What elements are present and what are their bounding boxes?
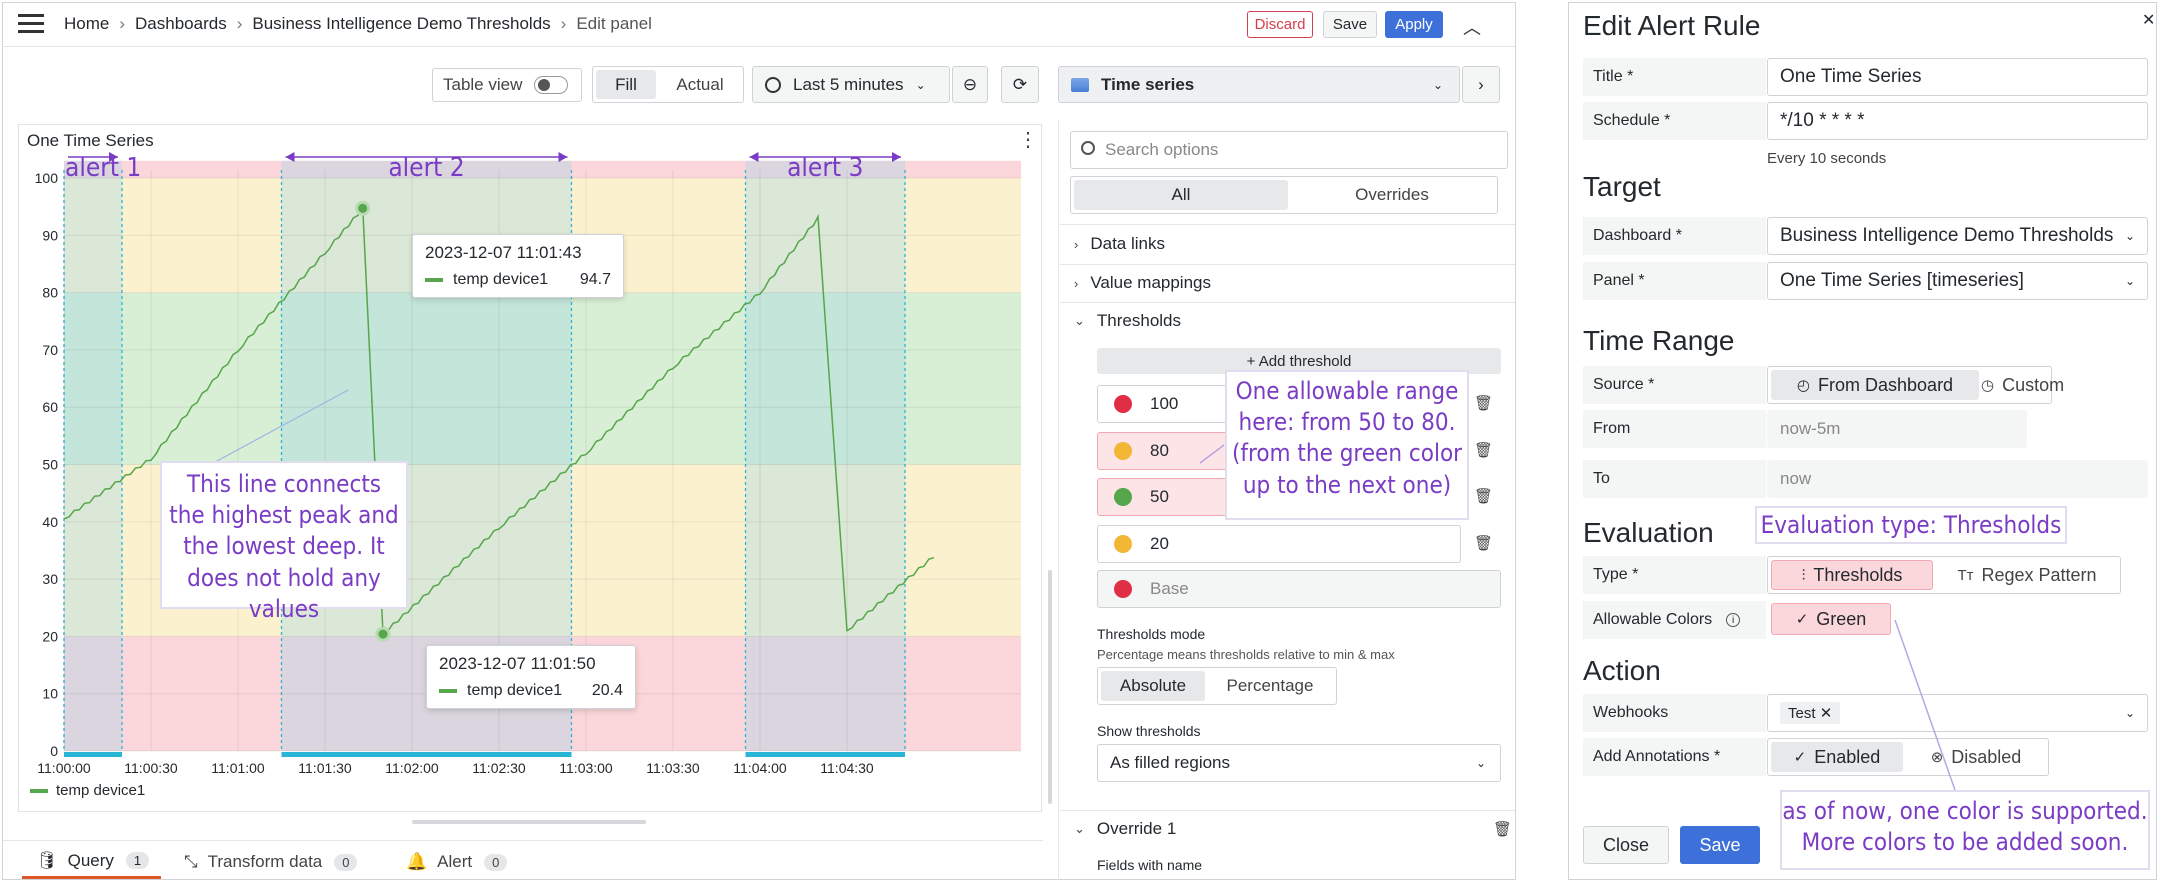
- range-note-connector: [1199, 444, 1225, 464]
- color-note-connector: [1894, 619, 1956, 791]
- annotation-connectors: [1199, 444, 1956, 791]
